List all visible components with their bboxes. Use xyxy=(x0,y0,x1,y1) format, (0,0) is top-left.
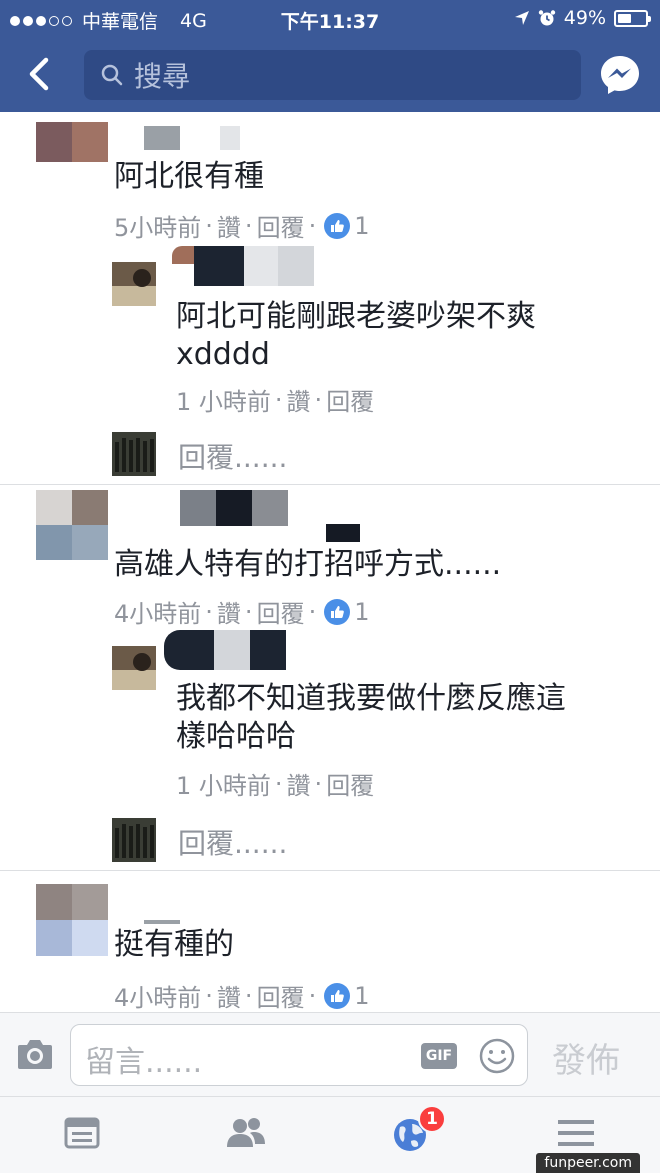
avatar[interactable] xyxy=(36,884,108,956)
comment-time: 4小時前 xyxy=(114,984,202,1012)
location-arrow-icon xyxy=(514,11,529,25)
divider xyxy=(0,870,660,871)
post-button[interactable]: 發佈 xyxy=(552,1033,620,1082)
like-count: 1 xyxy=(354,597,370,626)
thumbs-up-icon xyxy=(324,212,351,239)
comment-time: 5小時前 xyxy=(114,214,202,242)
gif-button[interactable]: GIF xyxy=(421,1043,457,1069)
friends-icon xyxy=(227,1118,265,1147)
search-placeholder: 搜尋 xyxy=(134,60,191,93)
search-input[interactable]: 搜尋 xyxy=(84,50,581,100)
like-count: 1 xyxy=(354,981,370,1010)
comment-input[interactable]: 留言...... GIF xyxy=(70,1024,528,1086)
search-icon xyxy=(101,64,123,86)
thumbs-up-icon xyxy=(324,982,351,1009)
avatar[interactable] xyxy=(112,262,156,306)
top-bar: 中華電信 4G 下午11:37 49% 搜尋 xyxy=(0,0,660,112)
camera-icon xyxy=(18,1040,52,1069)
like-link[interactable]: 讚 xyxy=(217,978,241,1012)
camera-button[interactable] xyxy=(16,1037,54,1071)
like-link[interactable]: 讚 xyxy=(287,766,311,801)
back-button[interactable] xyxy=(20,54,60,94)
reply-time: 1 小時前 xyxy=(176,388,271,416)
commenter-name-redacted[interactable] xyxy=(180,490,288,526)
comment-placeholder: 留言...... xyxy=(85,1045,203,1080)
tab-menu[interactable] xyxy=(556,1115,600,1155)
battery-icon xyxy=(614,9,651,27)
reply-link[interactable]: 回覆 xyxy=(257,594,305,629)
reply-link[interactable]: 回覆 xyxy=(326,382,374,417)
nav-row: 搜尋 xyxy=(0,40,660,112)
comment-time: 4小時前 xyxy=(114,600,202,628)
commenter-name-redacted[interactable] xyxy=(172,246,314,286)
messenger-button[interactable] xyxy=(598,52,642,96)
reply-link[interactable]: 回覆 xyxy=(326,766,374,801)
emoji-button[interactable] xyxy=(478,1037,516,1075)
smiley-icon xyxy=(479,1038,515,1074)
chevron-left-icon xyxy=(29,57,49,91)
site-watermark: funpeer.com xyxy=(536,1153,640,1173)
tab-news-feed[interactable] xyxy=(62,1115,106,1155)
commenter-name-redacted[interactable] xyxy=(164,630,286,670)
comment-composer: 留言...... GIF 發佈 xyxy=(0,1012,660,1096)
reply-meta: 1 小時前 · 讚 · 回覆 xyxy=(176,382,374,417)
commenter-name-redacted[interactable] xyxy=(144,126,240,162)
reply-text: 阿北可能剛跟老婆吵架不爽 xdddd xyxy=(176,299,536,372)
like-link[interactable]: 讚 xyxy=(217,594,241,629)
reply-link[interactable]: 回覆 xyxy=(257,208,305,243)
reply-meta: 1 小時前 · 讚 · 回覆 xyxy=(176,766,374,801)
like-link[interactable]: 讚 xyxy=(287,382,311,417)
messenger-icon xyxy=(601,56,639,94)
comment-text: 挺有種的 xyxy=(114,927,234,962)
avatar[interactable] xyxy=(36,490,108,560)
thumbs-up-icon xyxy=(324,598,351,625)
reply-link[interactable]: 回覆 xyxy=(257,978,305,1012)
like-count: 1 xyxy=(354,211,370,240)
avatar[interactable] xyxy=(112,646,156,690)
my-avatar xyxy=(112,432,156,476)
news-feed-icon xyxy=(64,1117,100,1149)
like-link[interactable]: 讚 xyxy=(217,208,241,243)
battery-percent: 49% xyxy=(563,7,606,29)
my-avatar xyxy=(112,818,156,862)
notification-badge: 1 xyxy=(418,1105,446,1133)
comment-text: 阿北很有種 xyxy=(114,159,264,194)
comment-meta: 4小時前 · 讚 · 回覆 · 1 xyxy=(114,978,370,1013)
divider xyxy=(0,484,660,485)
status-bar: 中華電信 4G 下午11:37 49% xyxy=(0,0,660,38)
write-reply-link[interactable]: 回覆...... xyxy=(178,436,287,476)
comment-meta: 4小時前 · 讚 · 回覆 · 1 xyxy=(114,594,369,629)
reply-text: 我都不知道我要做什麼反應這 樣哈哈哈 xyxy=(176,681,566,754)
comment-meta: 5小時前 · 讚 · 回覆 · 1 xyxy=(114,208,369,243)
avatar[interactable] xyxy=(36,122,108,162)
hamburger-menu-icon xyxy=(558,1120,594,1146)
comment-feed[interactable]: 阿北很有種 5小時前 · 讚 · 回覆 · 1 阿北可能剛跟老婆吵架不爽 xdddd … xyxy=(0,112,660,1012)
reply-time: 1 小時前 xyxy=(176,772,271,800)
alarm-clock-icon xyxy=(538,10,555,26)
comment-text: 高雄人特有的打招呼方式...... xyxy=(114,547,502,582)
tab-friend-requests[interactable] xyxy=(224,1115,268,1155)
write-reply-link[interactable]: 回覆...... xyxy=(178,822,287,862)
